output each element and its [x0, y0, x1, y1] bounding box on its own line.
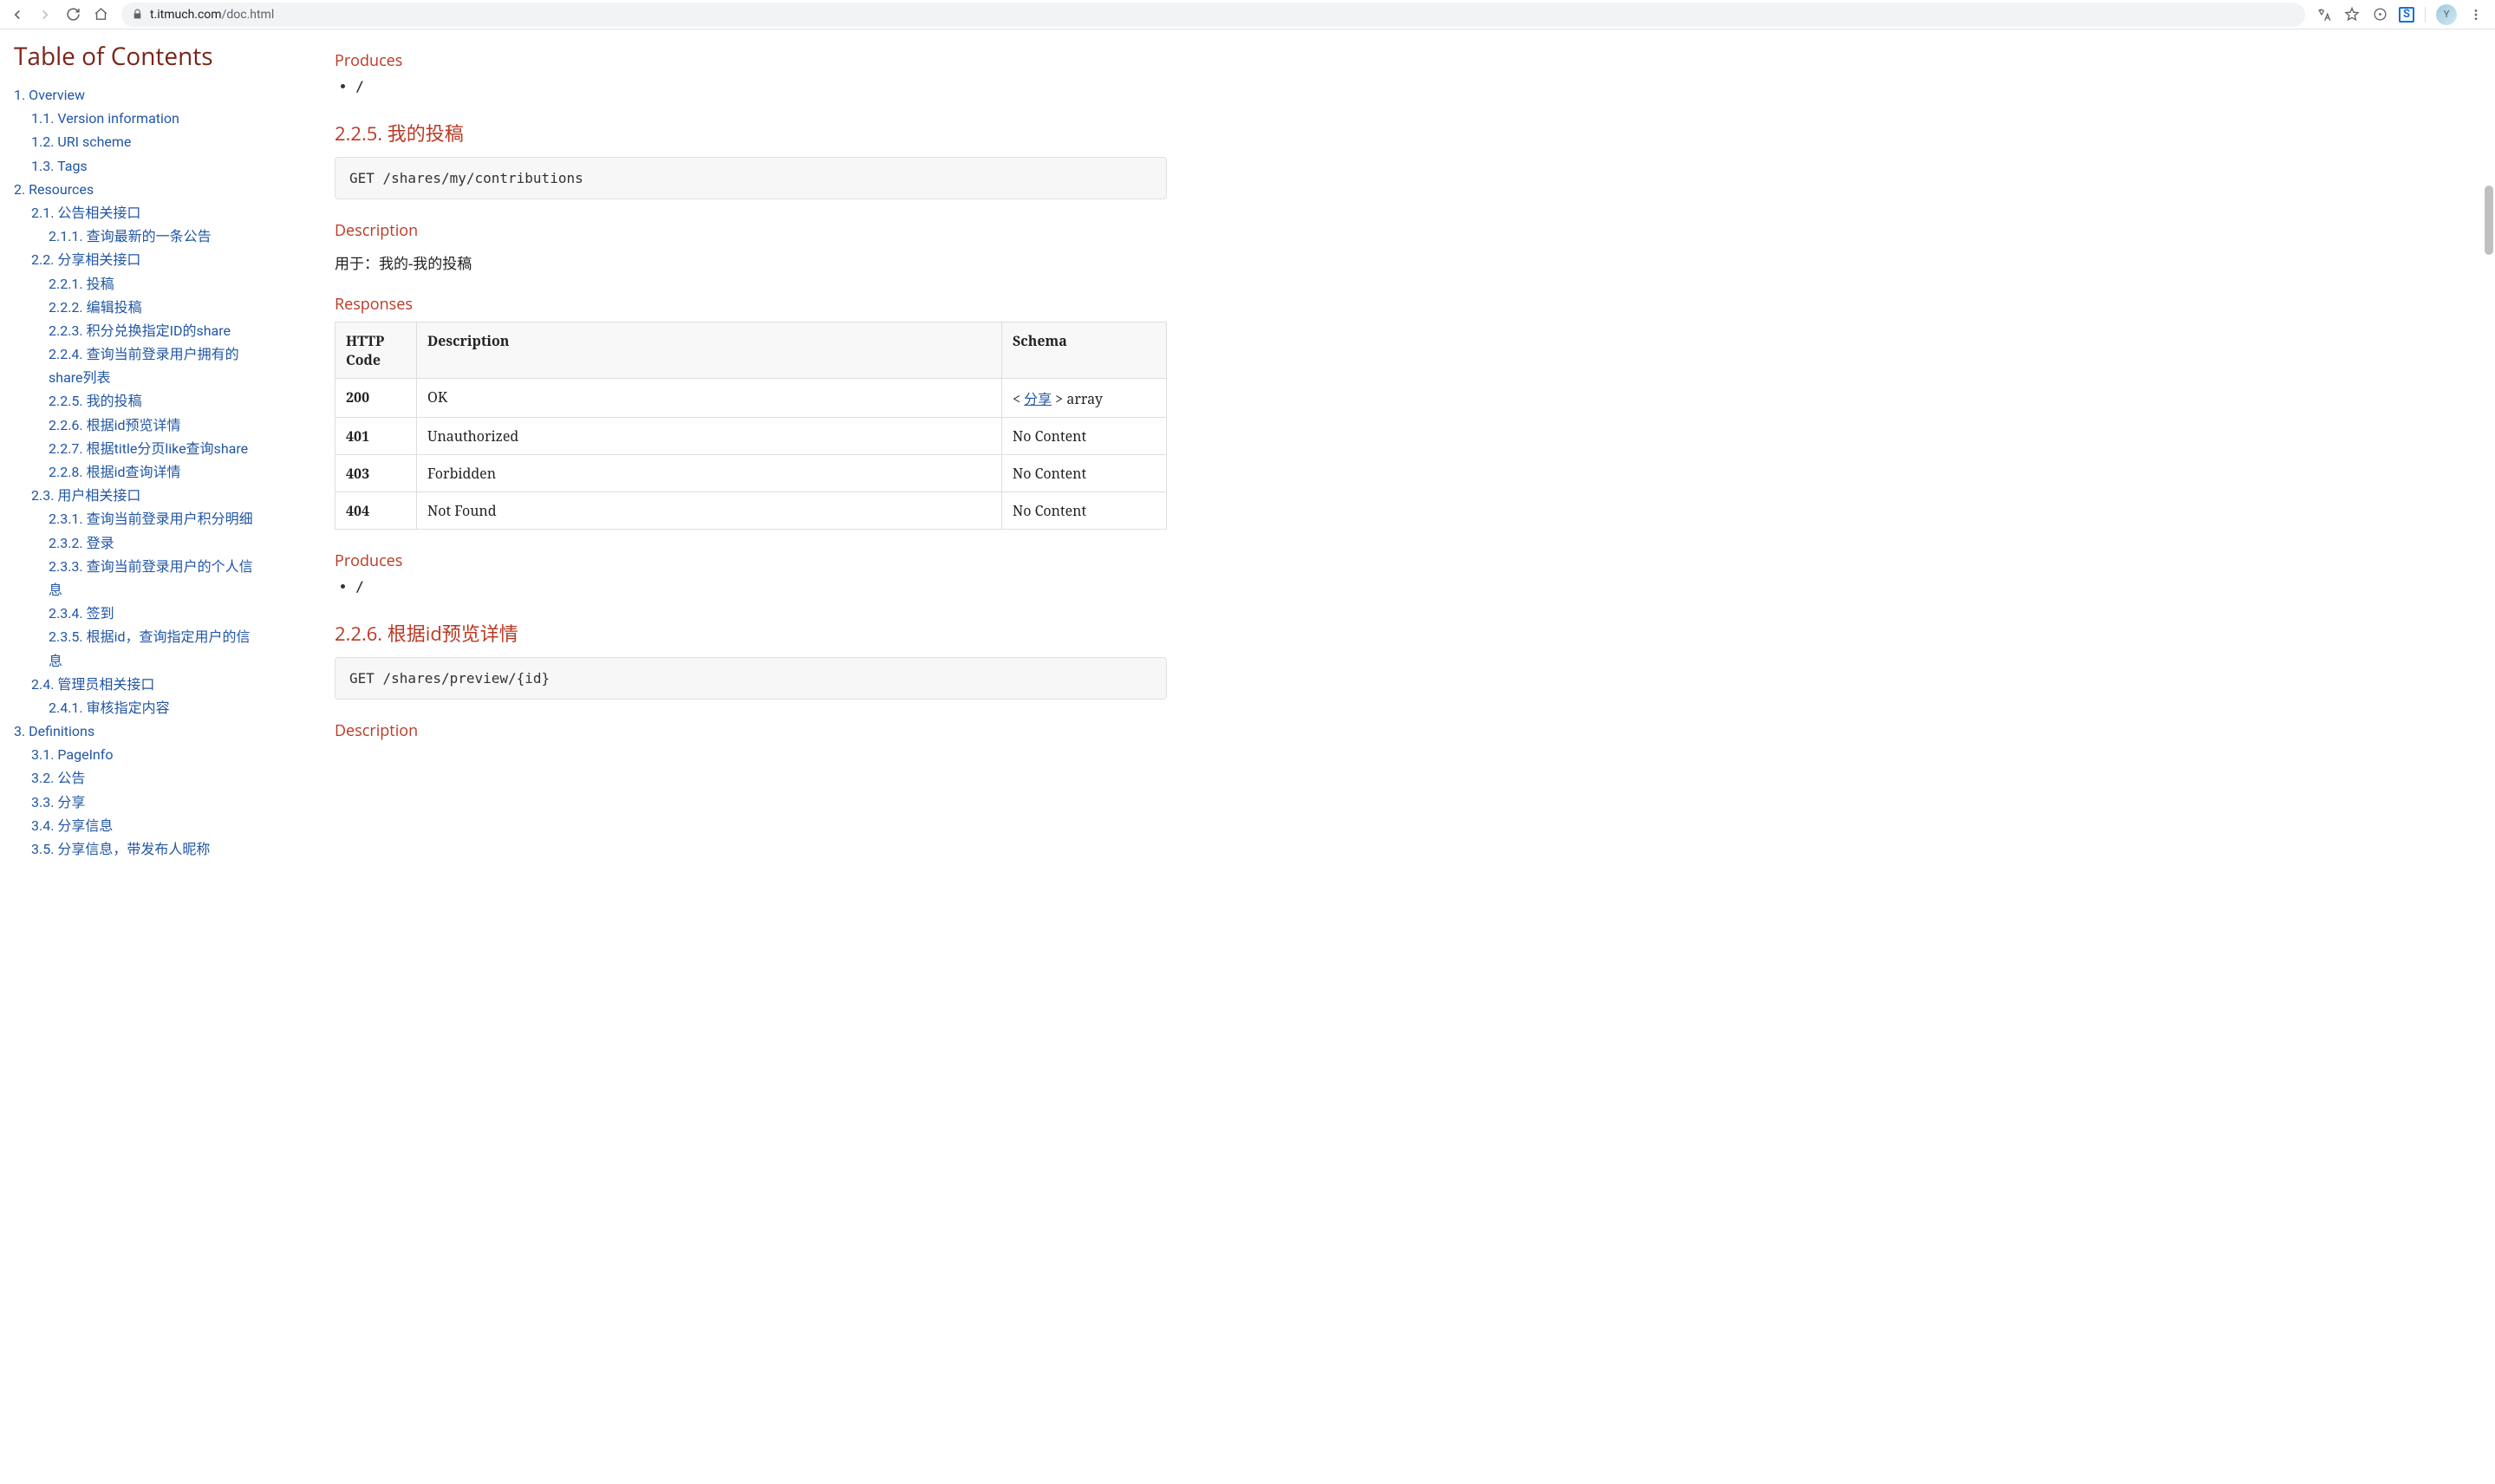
responses-heading-225: Responses	[335, 294, 1167, 315]
extension-icons: S Y	[2316, 4, 2488, 25]
cell-description: Forbidden	[417, 455, 1002, 492]
toc-link[interactable]: 2.2.6. 根据id预览详情	[49, 417, 181, 433]
toc-link[interactable]: 2.2.1. 投稿	[49, 276, 114, 292]
produces-item-225: /	[355, 578, 1167, 595]
cell-schema: No Content	[1002, 455, 1167, 492]
profile-avatar[interactable]: Y	[2436, 4, 2457, 25]
toc-link[interactable]: 1.1. Version information	[31, 110, 179, 127]
menu-icon[interactable]	[2467, 6, 2485, 23]
table-row: 401UnauthorizedNo Content	[335, 418, 1167, 455]
toc-link[interactable]: 3.1. PageInfo	[31, 746, 113, 763]
toc-link[interactable]: 2.3.2. 登录	[49, 535, 114, 551]
cell-schema: < 分享 > array	[1002, 379, 1167, 418]
home-button[interactable]	[90, 4, 111, 25]
description-text-225: 用于：我的-我的投稿	[335, 251, 1167, 273]
toc-link[interactable]: 2.2.5. 我的投稿	[49, 393, 142, 409]
section-produces-heading: Produces	[335, 50, 1167, 71]
main-content[interactable]: Produces / 2.2.5. 我的投稿 GET /shares/my/co…	[272, 29, 2495, 1484]
description-heading-226: Description	[335, 720, 1167, 741]
toc-link[interactable]: 2.3.5. 根据id，查询指定用户的信息	[49, 628, 251, 668]
toc-link[interactable]: 2.2.4. 查询当前登录用户拥有的share列表	[49, 346, 239, 386]
produces-list: /	[335, 78, 1167, 94]
section-226-heading: 2.2.6. 根据id预览详情	[335, 619, 1167, 647]
translate-icon[interactable]	[2316, 6, 2333, 23]
cell-description: OK	[417, 379, 1002, 418]
cell-description: Unauthorized	[417, 418, 1002, 455]
table-row: 403ForbiddenNo Content	[335, 455, 1167, 492]
bookmark-star-icon[interactable]	[2343, 6, 2361, 23]
extension-s-icon[interactable]: S	[2399, 7, 2414, 23]
produces-item: /	[355, 78, 1167, 94]
toc-link[interactable]: 3.3. 分享	[31, 794, 85, 810]
cell-http-code: 401	[335, 418, 417, 455]
toc-link[interactable]: 2.4. 管理员相关接口	[31, 676, 154, 693]
page-scrollbar-thumb[interactable]	[2485, 186, 2493, 255]
description-heading-225: Description	[335, 220, 1167, 241]
cell-schema: No Content	[1002, 492, 1167, 530]
divider	[2425, 7, 2426, 23]
toc-link[interactable]: 2.4.1. 审核指定内容	[49, 700, 170, 716]
table-row: 200OK< 分享 > array	[335, 379, 1167, 418]
cell-http-code: 403	[335, 455, 417, 492]
th-description: Description	[417, 322, 1002, 379]
table-row: 404Not FoundNo Content	[335, 492, 1167, 530]
toc-link[interactable]: 2.2.7. 根据title分页like查询share	[49, 440, 248, 457]
reload-button[interactable]	[62, 4, 83, 25]
toc-link[interactable]: 2.3.4. 签到	[49, 605, 114, 622]
toc-sidebar[interactable]: Table of Contents 1. Overview 1.1. Versio…	[0, 29, 272, 1484]
toc-link[interactable]: 2.2.2. 编辑投稿	[49, 299, 142, 316]
toc-link[interactable]: 2.2.8. 根据id查询详情	[49, 464, 181, 480]
back-button[interactable]	[7, 4, 28, 25]
toc-nav: 1. Overview 1.1. Version information 1.2. …	[14, 83, 258, 861]
forward-button[interactable]	[35, 4, 55, 25]
toc-link[interactable]: 2.2.3. 积分兑换指定ID的share	[49, 322, 231, 339]
endpoint-code-225: GET /shares/my/contributions	[335, 157, 1167, 199]
th-schema: Schema	[1002, 322, 1167, 379]
toc-link[interactable]: 1. Overview	[14, 87, 85, 103]
toc-link[interactable]: 2.1.1. 查询最新的一条公告	[49, 228, 212, 244]
endpoint-code-226: GET /shares/preview/{id}	[335, 657, 1167, 700]
toc-link[interactable]: 2.3. 用户相关接口	[31, 487, 140, 504]
toc-link[interactable]: 1.2. URI scheme	[31, 133, 131, 150]
toc-link[interactable]: 3.4. 分享信息	[31, 817, 113, 834]
toc-link[interactable]: 2.3.1. 查询当前登录用户积分明细	[49, 511, 253, 527]
address-bar[interactable]: t.itmuch.com/doc.html	[121, 3, 2305, 27]
cell-description: Not Found	[417, 492, 1002, 530]
responses-table: HTTP Code Description Schema 200OK< 分享 >…	[335, 322, 1167, 530]
toc-link[interactable]: 3. Definitions	[14, 723, 94, 739]
toc-link[interactable]: 3.2. 公告	[31, 770, 85, 786]
produces-heading-225: Produces	[335, 550, 1167, 571]
cell-http-code: 404	[335, 492, 417, 530]
th-http-code: HTTP Code	[335, 322, 417, 379]
toc-link[interactable]: 2. Resources	[14, 181, 94, 198]
url-text: t.itmuch.com/doc.html	[150, 8, 274, 22]
section-225-heading: 2.2.5. 我的投稿	[335, 119, 1167, 146]
schema-link[interactable]: 分享	[1024, 389, 1052, 408]
toc-link[interactable]: 2.2. 分享相关接口	[31, 251, 140, 268]
toc-link[interactable]: 3.5. 分享信息，带发布人昵称	[31, 841, 210, 857]
toc-title: Table of Contents	[14, 40, 258, 73]
toc-link[interactable]: 2.3.3. 查询当前登录用户的个人信息	[49, 558, 253, 598]
toc-link[interactable]: 2.1. 公告相关接口	[31, 205, 140, 221]
browser-toolbar: t.itmuch.com/doc.html S Y	[0, 0, 2495, 29]
lock-icon	[132, 9, 143, 20]
cell-http-code: 200	[335, 379, 417, 418]
produces-list-225: /	[335, 578, 1167, 595]
circle-icon[interactable]	[2371, 6, 2388, 23]
toc-link[interactable]: 1.3. Tags	[31, 158, 88, 174]
cell-schema: No Content	[1002, 418, 1167, 455]
